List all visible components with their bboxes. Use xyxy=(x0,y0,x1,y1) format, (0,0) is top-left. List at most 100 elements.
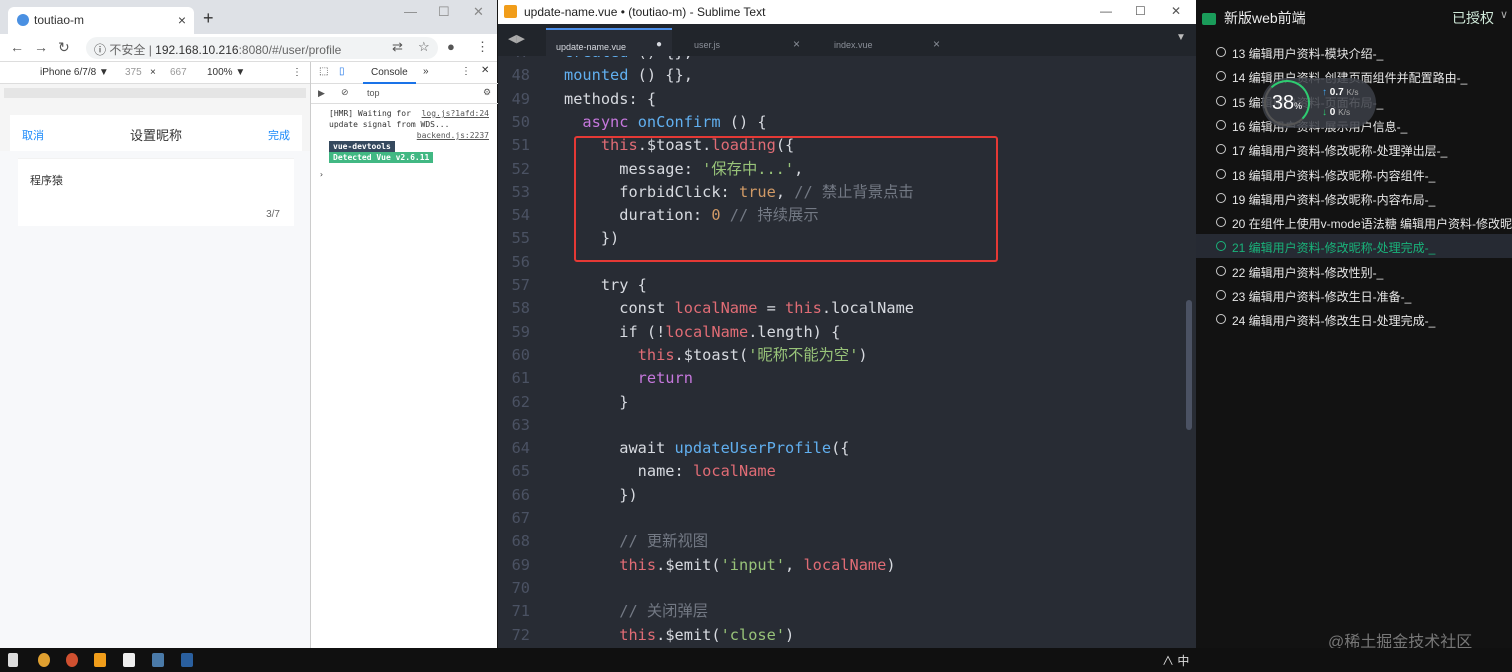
tab-user-js[interactable]: user.js × xyxy=(684,28,810,56)
log-source-link[interactable]: log.js?1afd:24 xyxy=(422,108,489,119)
lesson-label: 18 编辑用户资料-修改昵称-内容组件-_ xyxy=(1232,168,1436,183)
lesson-item[interactable]: 20 在组件上使用v-mode语法糖 编辑用户资料-修改昵称 xyxy=(1196,210,1512,234)
nav-buttons[interactable]: ←→↻ xyxy=(10,39,80,56)
code-line[interactable]: }) xyxy=(564,484,637,507)
code-line[interactable]: this.$emit('close') xyxy=(564,624,794,647)
maximize-button[interactable]: ☐ xyxy=(1135,4,1146,18)
close-tab-icon[interactable]: × xyxy=(178,12,186,28)
app-icon[interactable] xyxy=(152,653,164,667)
log-entry: log.js?1afd:24 [HMR] Waiting for update s… xyxy=(329,108,489,130)
scrollbar[interactable] xyxy=(1186,300,1192,430)
code-token: .$toast( xyxy=(674,345,749,364)
lesson-item[interactable]: 19 编辑用户资料-修改昵称-内容布局-_ xyxy=(1196,186,1512,210)
lesson-label: 21 编辑用户资料-修改昵称-处理完成-_ xyxy=(1232,241,1436,256)
tab-update-name[interactable]: update-name.vue ● xyxy=(546,28,672,56)
close-window-button[interactable]: ✕ xyxy=(473,4,484,20)
line-number: 48 xyxy=(511,66,530,85)
settings-icon[interactable]: ⚙ xyxy=(483,87,491,98)
code-line[interactable]: try { xyxy=(564,274,647,297)
star-icon[interactable]: ☆ xyxy=(418,39,430,55)
translate-icon[interactable]: ⇄ xyxy=(392,39,403,55)
tab-console[interactable]: Console xyxy=(363,62,416,84)
close-tab-icon[interactable]: × xyxy=(793,37,800,51)
line-number: 60 xyxy=(511,345,530,364)
new-tab-button[interactable]: + xyxy=(203,8,214,29)
browser-tab[interactable]: toutiao-m × xyxy=(8,7,194,34)
code-line[interactable]: methods: { xyxy=(564,88,656,111)
devtools-close-icon[interactable]: ✕ xyxy=(481,65,489,76)
upload-speed: ↑ 0.7 K/s xyxy=(1322,87,1359,98)
more-tabs-button[interactable]: » xyxy=(423,66,429,77)
nickname-field[interactable]: 程序猿 3/7 xyxy=(18,158,294,226)
code-line[interactable]: async onConfirm () { xyxy=(564,111,766,134)
done-button[interactable]: 完成 xyxy=(268,127,290,143)
code-line[interactable]: this.$emit('input', localName) xyxy=(564,554,895,577)
device-select[interactable]: iPhone 6/7/8 ▼ xyxy=(40,67,109,78)
play-icon xyxy=(1216,192,1226,203)
chrome-icon[interactable] xyxy=(66,653,78,667)
sidebar-toggle-icon[interactable]: ▶ xyxy=(318,88,325,99)
minimize-button[interactable]: — xyxy=(404,4,417,19)
lesson-item[interactable]: 23 编辑用户资料-修改生日-准备-_ xyxy=(1196,283,1512,307)
auth-status[interactable]: 已授权 xyxy=(1452,8,1494,28)
sublime-icon[interactable] xyxy=(94,653,106,667)
width-input[interactable]: 375 xyxy=(125,67,142,78)
console-prompt[interactable]: › xyxy=(319,169,489,180)
url-input[interactable]: ⓘ 不安全 | 192.168.10.216:8080/#/user/profi… xyxy=(86,37,438,59)
code-area[interactable]: 47created () {},48mounted () {},49method… xyxy=(498,40,1188,648)
log-source-link[interactable]: backend.js:2237 xyxy=(417,131,489,140)
menu-icon[interactable]: ⋮ xyxy=(476,39,489,55)
lesson-item[interactable]: 21 编辑用户资料-修改昵称-处理完成-_ xyxy=(1196,234,1512,259)
line-number: 52 xyxy=(511,159,530,178)
arrow-down-icon: ↓ xyxy=(1322,107,1327,118)
security-label: 不安全 xyxy=(109,43,146,57)
tab-nav-arrows[interactable]: ◀▶ xyxy=(508,32,525,45)
line-number: 55 xyxy=(511,229,530,248)
code-line[interactable]: await updateUserProfile({ xyxy=(564,437,849,460)
maximize-button[interactable]: ☐ xyxy=(438,4,450,20)
context-select[interactable]: top xyxy=(367,88,380,98)
close-tab-icon[interactable]: × xyxy=(933,37,940,51)
code-line[interactable]: const localName = this.localName xyxy=(564,297,914,320)
tab-dropdown-icon[interactable]: ▼ xyxy=(1176,32,1186,43)
photoshop-icon[interactable] xyxy=(181,653,193,667)
minimize-button[interactable]: — xyxy=(1100,4,1112,18)
folder-icon xyxy=(1202,13,1216,25)
profile-icon[interactable]: ● xyxy=(447,39,455,54)
close-window-button[interactable]: ✕ xyxy=(1171,4,1181,18)
cancel-button[interactable]: 取消 xyxy=(22,127,44,143)
zoom-select[interactable]: 100% ▼ xyxy=(207,67,245,78)
lesson-item[interactable]: 13 编辑用户资料-模块介绍-_ xyxy=(1196,40,1512,64)
chrome-icon[interactable] xyxy=(38,653,50,667)
code-line[interactable]: // 更新视图 xyxy=(564,530,708,553)
url-host: 192.168.10.216 xyxy=(155,43,239,57)
code-line[interactable]: name: localName xyxy=(564,460,776,483)
system-tray[interactable]: ∧ 中 xyxy=(1162,652,1189,669)
device-toggle-icon[interactable]: ▯ xyxy=(339,66,345,77)
line-number: 70 xyxy=(511,578,530,597)
file-icon[interactable] xyxy=(123,653,135,667)
chevron-down-icon[interactable]: ∨ xyxy=(1500,8,1508,21)
lesson-item[interactable]: 24 编辑用户资料-修改生日-处理完成-_ xyxy=(1196,307,1512,331)
lesson-item[interactable]: 18 编辑用户资料-修改昵称-内容组件-_ xyxy=(1196,162,1512,186)
code-line[interactable]: mounted () {}, xyxy=(564,64,693,87)
more-icon[interactable]: ⋮ xyxy=(292,67,302,78)
unsaved-dot-icon[interactable]: ● xyxy=(656,39,662,50)
code-line[interactable]: } xyxy=(564,391,628,414)
code-line[interactable]: // 关闭弹层 xyxy=(564,600,708,623)
lesson-item[interactable]: 22 编辑用户资料-修改性别-_ xyxy=(1196,259,1512,283)
clear-icon[interactable]: ⊘ xyxy=(341,87,349,98)
code-token: this xyxy=(619,555,657,574)
tab-index-vue[interactable]: index.vue × xyxy=(824,28,950,56)
height-input[interactable]: 667 xyxy=(170,67,187,78)
code-line[interactable]: this.$toast('昵称不能为空') xyxy=(564,344,868,367)
lesson-item[interactable]: 17 编辑用户资料-修改昵称-处理弹出层-_ xyxy=(1196,137,1512,161)
favicon-icon xyxy=(17,14,29,26)
devtools-menu-icon[interactable]: ⋮ xyxy=(461,66,471,77)
code-line[interactable]: if (!localName.length) { xyxy=(564,321,840,344)
rate-unit: K/s xyxy=(1338,107,1351,117)
code-line[interactable]: return xyxy=(564,367,693,390)
code-token: localName xyxy=(665,322,749,341)
start-icon[interactable] xyxy=(8,653,18,667)
inspect-icon[interactable]: ⬚ xyxy=(319,66,328,77)
